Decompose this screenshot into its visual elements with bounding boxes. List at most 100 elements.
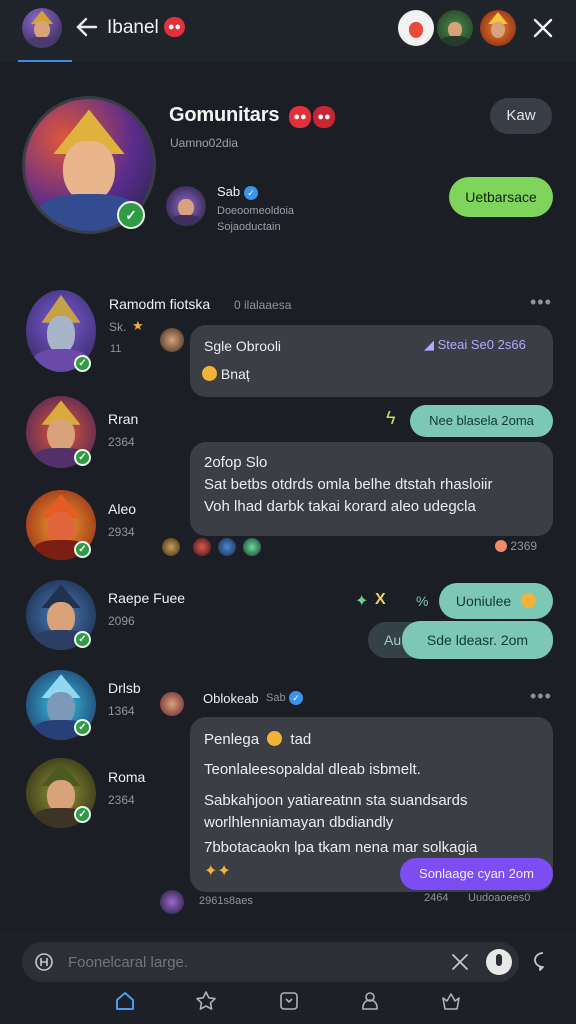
star-icon[interactable] [195, 990, 217, 1012]
owner-avatar[interactable] [166, 186, 206, 226]
arrow-left-icon[interactable] [76, 17, 98, 37]
thread-timestamp: 0 ilalaaesa [234, 298, 292, 312]
message-line: worlhlenniamayan dbdiandly [204, 814, 394, 831]
title-badge: ●● [289, 106, 311, 128]
participant-avatar[interactable] [437, 10, 473, 46]
message-author-meta: Sab [266, 692, 286, 704]
emoji-icon [202, 366, 217, 381]
reply-pill-label: Uoniulee [455, 593, 512, 609]
owner-name: Sab [217, 184, 241, 199]
member-name: Aleo [108, 501, 137, 517]
my-avatar[interactable] [22, 8, 62, 48]
sender-avatar[interactable] [160, 692, 184, 716]
verified-icon: ✓ [244, 186, 258, 200]
owner-line: Sojaoductain [217, 221, 281, 233]
verified-icon: ✓ [289, 691, 303, 705]
emoji-icon [267, 731, 283, 746]
participant-avatar[interactable] [398, 10, 434, 46]
message-title: Sgle Obrooli [204, 338, 282, 354]
message-line: Bnaț [202, 366, 250, 382]
message-line: 2ofop Slo [204, 454, 268, 471]
reaction-count-label: 2369 [510, 539, 538, 553]
member-name: Drlsb [108, 680, 141, 696]
tag-arrow-icon: ◢ [424, 337, 434, 352]
trophy-icon[interactable] [440, 990, 462, 1012]
at-icon[interactable] [34, 952, 54, 972]
page-title: Ibanel [107, 17, 159, 38]
message-text: Bnaț [220, 366, 250, 382]
chat-bubble-icon[interactable] [532, 950, 554, 972]
profile-icon[interactable] [359, 990, 381, 1012]
send-pill[interactable]: Sonlaage cyan 2om [400, 858, 553, 890]
reaction-avatar[interactable] [162, 538, 180, 556]
message-tag: ◢ Steai Se0 2s66 [424, 337, 526, 353]
more-options-icon[interactable]: ••• [530, 686, 552, 707]
top-bar: Ibanel ●● [0, 0, 576, 62]
reply-pill[interactable]: Nee blasela 2oma [410, 405, 553, 437]
group-subtitle: Uamno02dia [170, 136, 239, 150]
emoji-icon [495, 540, 507, 552]
online-icon: ✓ [74, 541, 91, 558]
puzzle-icon: ✦ [355, 593, 369, 610]
emoji-icon [521, 593, 537, 608]
kaw-button[interactable]: Kaw [490, 98, 552, 134]
message-line: Sat betbs otdrds omla belhe dtstah rhasl… [204, 476, 493, 493]
home-icon[interactable] [114, 990, 136, 1012]
online-icon: ✓ [74, 449, 91, 466]
tab-indicator [18, 60, 72, 62]
message-footer: Uudoaoees0 [468, 892, 531, 904]
participant-avatar[interactable] [480, 10, 516, 46]
reaction-count: 2369 [495, 539, 537, 553]
message-footer: 2464 [424, 892, 449, 904]
member-name: Rran [108, 411, 139, 427]
sender-avatar[interactable] [160, 328, 184, 352]
more-options-icon[interactable]: ••• [530, 292, 552, 313]
online-icon: ✓ [74, 631, 91, 648]
mic-icon[interactable] [486, 949, 512, 975]
member-meta: 2364 [108, 793, 135, 807]
member-meta: Sk. [109, 320, 127, 334]
reaction-avatar[interactable] [218, 538, 236, 556]
verified-icon: ✓ [117, 201, 145, 229]
message-line: 7bbotacaokn lpa tkam nena mar solkagia [204, 839, 478, 856]
member-name: Roma [108, 769, 146, 785]
close-icon[interactable] [450, 952, 470, 972]
action-button[interactable]: Uetbarsace [449, 177, 553, 217]
online-icon: ✓ [74, 719, 91, 736]
online-icon: ✓ [74, 806, 91, 823]
message-author: Oblokeab [203, 691, 259, 706]
message-tag-label: Steai Se0 2s66 [437, 337, 526, 352]
member-meta: 2934 [108, 525, 135, 539]
sender-avatar[interactable] [160, 890, 184, 914]
reply-pill[interactable]: Sde ldeasr. 2om [402, 621, 553, 659]
star-icon: ★ [132, 318, 144, 333]
close-icon[interactable] [532, 17, 554, 39]
member-meta: 1364 [108, 704, 135, 718]
message-bubble[interactable]: 2ofop Slo Sat betbs otdrds omla belhe dt… [190, 442, 553, 536]
message-footer: 2961s8aes [199, 895, 253, 907]
reaction-mark: % [416, 593, 429, 609]
member-meta: 11 [110, 343, 122, 355]
reaction-avatar[interactable] [243, 538, 261, 556]
owner-line: Doeoomeoldoia [217, 205, 295, 217]
reply-pill[interactable]: Uoniulee [439, 583, 553, 619]
message-text: Penlega [204, 731, 260, 748]
sparkle-icon: ✦✦ [204, 863, 231, 880]
online-icon: ✓ [74, 355, 91, 372]
message-input[interactable] [68, 950, 438, 974]
message-input-box[interactable] [22, 942, 519, 982]
message-line: Sabkahjoon yatiareatnn sta suandsards [204, 792, 468, 809]
message-bubble[interactable]: Sgle Obrooli ◢ Steai Se0 2s66 Bnaț [190, 325, 553, 397]
inbox-icon[interactable] [278, 990, 300, 1012]
message-text: tad [290, 731, 312, 748]
member-name: Raepe Fuee [108, 590, 186, 606]
member-meta: 2096 [108, 614, 135, 628]
message-line: Voh lhad darbk takai korard aleo udegcla [204, 498, 476, 515]
reaction-avatar[interactable] [193, 538, 211, 556]
group-title: Gomunitars [169, 104, 280, 126]
notification-badge: ●● [164, 17, 185, 37]
reaction-mark: X [375, 591, 386, 608]
message-line: Teonlaleesopaldal dleab isbmelt. [204, 761, 421, 778]
title-badge: ●● [313, 106, 335, 128]
lightning-icon: ϟ [386, 408, 396, 428]
